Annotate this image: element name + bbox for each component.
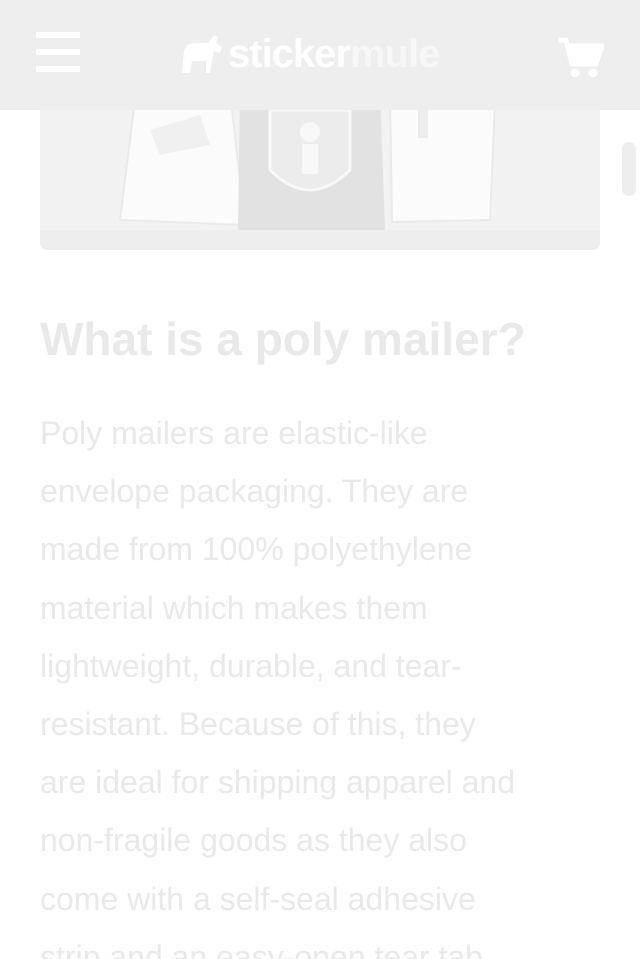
hamburger-icon[interactable] — [36, 32, 82, 74]
paragraph-line: envelope packaging. They are — [40, 473, 469, 510]
shopping-cart-icon[interactable] — [556, 36, 605, 80]
brand-logo[interactable]: sticker mule — [180, 26, 440, 82]
paragraph-line: lightweight, durable, and tear- — [40, 647, 462, 684]
page: sticker mule What is a poly mailer? Poly … — [0, 0, 640, 959]
paragraph-line: non-fragile goods as they also — [40, 822, 467, 859]
paragraph-line: made from 100% polyethylene — [40, 531, 473, 568]
logo-wordmark-mule: mule — [349, 31, 440, 76]
paragraph-line: are ideal for shipping apparel and — [40, 764, 515, 801]
mule-icon — [182, 35, 222, 73]
logo-wordmark-sticker: sticker — [228, 31, 351, 76]
section-heading: What is a poly mailer? — [40, 313, 526, 365]
paragraph-line: resistant. Because of this, they — [40, 706, 476, 743]
paragraph-line: come with a self-seal adhesive — [40, 880, 476, 917]
top-navigation-bar: sticker mule — [0, 0, 640, 110]
scrollbar-thumb[interactable] — [622, 142, 636, 196]
article-paragraph: Poly mailers are elastic-like envelope p… — [40, 404, 600, 959]
cart-icon-graphic — [558, 37, 605, 78]
paragraph-line: Poly mailers are elastic-like — [40, 415, 428, 451]
paragraph-line: material which makes them — [40, 589, 428, 626]
paragraph-line: strip and an easy-open tear tab. — [40, 938, 492, 959]
